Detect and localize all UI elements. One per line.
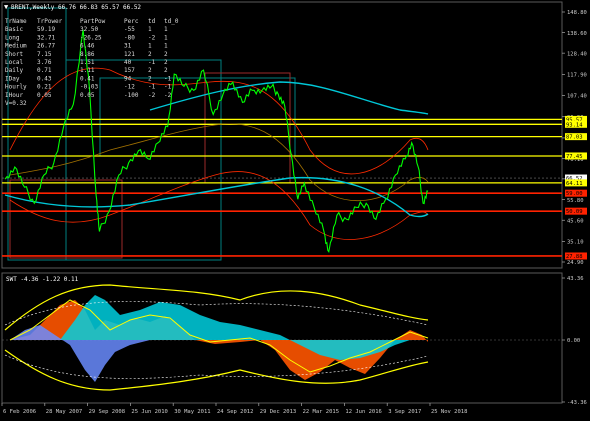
price-tick-label: 148.80 <box>567 10 587 16</box>
table-footer: V=0.32 <box>5 100 27 107</box>
table-cell: 2 <box>148 75 152 82</box>
time-tick-label: 22 Mar 2015 <box>303 409 339 415</box>
table-cell: Basic <box>5 26 23 33</box>
price-tick-label: 55.80 <box>567 198 584 204</box>
table-cell: 2 <box>164 67 168 74</box>
time-tick-label: 3 Sep 2017 <box>388 409 421 415</box>
table-cell: 59.19 <box>37 26 55 33</box>
table-cell: Medium <box>5 43 27 50</box>
price-tick-label: 24.90 <box>567 260 584 266</box>
table-cell: 1 <box>148 26 152 33</box>
table-cell: -1 <box>164 84 172 91</box>
table-cell: -0.03 <box>80 84 98 91</box>
table-header: TrName <box>5 18 27 25</box>
table-cell: 2 <box>148 67 152 74</box>
table-cell: 0.21 <box>37 84 52 91</box>
table-header: TrPower <box>37 18 63 25</box>
price-tick-label: 128.40 <box>567 51 587 57</box>
price-tick-label: 45.60 <box>567 218 584 224</box>
level-label: 93.14 <box>566 122 583 128</box>
table-cell: 1.11 <box>80 67 95 74</box>
time-tick-label: 24 Sep 2012 <box>217 409 253 415</box>
table-cell: 0.71 <box>37 67 52 74</box>
table-cell: -26.25 <box>80 34 102 41</box>
table-cell: -2 <box>164 92 172 99</box>
table-cell: -55 <box>124 26 135 33</box>
table-cell: 121 <box>124 51 135 58</box>
table-cell: 7.15 <box>37 51 52 58</box>
price-tick-label: 117.90 <box>567 73 587 79</box>
table-cell: Long <box>5 34 20 41</box>
table-cell: 2 <box>164 51 168 58</box>
table-header: td <box>148 18 156 25</box>
table-cell: IDay <box>5 75 20 82</box>
level-label: 77.45 <box>566 154 583 160</box>
table-cell: -1 <box>148 84 156 91</box>
time-tick-label: 30 May 2011 <box>174 409 210 415</box>
table-cell: Short <box>5 51 23 58</box>
table-cell: 26.77 <box>37 43 55 50</box>
table-cell: 1 <box>164 26 168 33</box>
table-cell: 1 <box>148 43 152 50</box>
table-cell: -1 <box>148 59 156 66</box>
level-label: 87.03 <box>566 135 583 141</box>
time-tick-label: 29 Dec 2013 <box>260 409 296 415</box>
level-label: 59.00 <box>566 191 583 197</box>
table-cell: IHour <box>5 92 23 99</box>
table-cell: 1.51 <box>80 59 95 66</box>
table-cell: 0.41 <box>80 75 95 82</box>
table-cell: 2 <box>164 59 168 66</box>
table-cell: 40 <box>124 59 132 66</box>
price-tick-label: 138.60 <box>567 31 587 37</box>
level-label: 50.09 <box>566 209 583 215</box>
oscillator-tick-label: 0.00 <box>567 338 580 344</box>
oscillator-tick-label: -43.36 <box>567 400 587 406</box>
table-cell: 8.86 <box>80 51 95 58</box>
time-tick-label: 28 May 2007 <box>46 409 82 415</box>
table-cell: 94 <box>124 75 132 82</box>
table-cell: 0.05 <box>37 92 52 99</box>
chart-header: ▼ BRENT,Weekly 66.76 66.83 65.57 66.52 <box>4 3 141 11</box>
price-tick-label: 107.40 <box>567 94 587 100</box>
table-cell: 32.71 <box>37 34 55 41</box>
table-cell: 1 <box>164 34 168 41</box>
table-header: td_0 <box>164 18 179 25</box>
table-cell: 0.43 <box>37 75 52 82</box>
table-cell: -2 <box>148 92 156 99</box>
table-cell: 3.76 <box>37 59 52 66</box>
table-cell: Local <box>5 59 23 66</box>
trading-chart[interactable]: 148.80138.60128.40117.90107.4096.9086.40… <box>0 0 590 421</box>
table-cell: -1 <box>164 75 172 82</box>
table-cell: 2 <box>148 51 152 58</box>
time-tick-label: 12 Jun 2016 <box>345 409 381 415</box>
symbol-header: BRENT,Weekly 66.76 66.83 65.57 66.52 <box>11 4 141 11</box>
table-cell: 1 <box>164 43 168 50</box>
table-cell: 6.46 <box>80 43 95 50</box>
table-cell: -100 <box>124 92 139 99</box>
level-label: 27.88 <box>566 254 583 260</box>
table-cell: -12 <box>124 84 135 91</box>
table-cell: -2 <box>148 34 156 41</box>
indicator-header: SWT -4.36 -1.22 0.11 <box>6 276 79 283</box>
table-cell: -80 <box>124 34 135 41</box>
oscillator-tick-label: 43.36 <box>567 276 584 282</box>
time-tick-label: 29 Sep 2008 <box>89 409 125 415</box>
table-header: PartPow <box>80 18 106 25</box>
time-tick-label: 25 Jun 2010 <box>131 409 167 415</box>
table-cell: 31 <box>124 43 132 50</box>
table-cell: Daily <box>5 67 23 74</box>
level-label: 64.11 <box>566 181 583 187</box>
table-cell: 32.50 <box>80 26 98 33</box>
table-cell: Hourly <box>5 84 27 91</box>
time-tick-label: 25 Nov 2018 <box>431 409 467 415</box>
time-tick-label: 6 Feb 2006 <box>3 409 36 415</box>
table-cell: 0.05 <box>80 92 95 99</box>
table-cell: 157 <box>124 67 135 74</box>
price-tick-label: 35.10 <box>567 240 584 246</box>
table-header: Perc <box>124 18 139 25</box>
